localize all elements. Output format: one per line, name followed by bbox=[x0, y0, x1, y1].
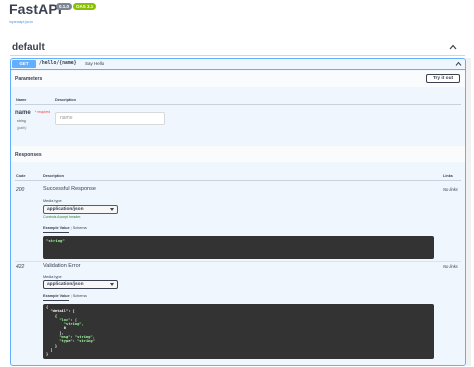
param-location: (path) bbox=[17, 126, 27, 130]
media-type-select[interactable]: application/json bbox=[43, 205, 118, 214]
response-description: Successful Response bbox=[43, 186, 96, 192]
example-code: "string" bbox=[46, 238, 65, 243]
example-tabs: Example Value | Schema bbox=[43, 226, 87, 230]
scrollbar-track[interactable] bbox=[466, 58, 471, 366]
try-it-out-button[interactable]: Try it out bbox=[426, 74, 460, 83]
responses-header bbox=[11, 146, 465, 162]
tag-divider bbox=[10, 55, 465, 56]
resp-col-description: Description bbox=[43, 174, 64, 178]
media-type-label: Media type bbox=[43, 275, 62, 279]
active-tab-underline bbox=[43, 232, 69, 233]
resp-col-code: Code bbox=[16, 174, 26, 178]
resp-col-links: Links bbox=[443, 174, 453, 178]
controls-accept-note: Controls Accept header. bbox=[43, 215, 82, 219]
response-code: 200 bbox=[16, 187, 25, 193]
media-type-select[interactable]: application/json bbox=[43, 280, 118, 289]
parameters-header bbox=[11, 71, 465, 87]
param-col-name: Name bbox=[16, 98, 27, 102]
param-type: string bbox=[17, 119, 26, 123]
parameters-title: Parameters bbox=[15, 76, 43, 82]
response-description: Validation Error bbox=[43, 263, 81, 269]
media-type-value: application/json bbox=[47, 282, 84, 287]
param-head-rule bbox=[15, 104, 461, 105]
chevron-down-icon bbox=[110, 208, 114, 211]
chevron-up-icon[interactable] bbox=[455, 61, 462, 67]
example-value-tab[interactable]: Example Value bbox=[43, 226, 70, 230]
example-code-block bbox=[43, 304, 434, 359]
param-required: * required bbox=[35, 110, 51, 114]
version-badge: 0.1.0 bbox=[56, 3, 73, 10]
openapi-link[interactable]: /openapi.json bbox=[9, 19, 33, 24]
example-value-tab[interactable]: Example Value bbox=[43, 294, 70, 298]
response-links: No links bbox=[443, 264, 458, 269]
tag-title[interactable]: default bbox=[12, 42, 45, 53]
response-row-divider bbox=[15, 261, 461, 262]
response-code: 422 bbox=[16, 264, 25, 270]
active-tab-underline bbox=[43, 300, 69, 301]
media-type-value: application/json bbox=[47, 207, 84, 212]
responses-title: Responses bbox=[15, 152, 42, 158]
schema-tab[interactable]: Schema bbox=[73, 226, 87, 230]
name-input[interactable]: name bbox=[55, 112, 165, 125]
operation-summary: Say Hello bbox=[85, 61, 105, 66]
operation-summary-bar[interactable] bbox=[10, 58, 466, 70]
method-badge: GET bbox=[12, 60, 36, 68]
param-name: name bbox=[15, 110, 31, 116]
app-title: FastAPI bbox=[9, 1, 62, 17]
media-type-label: Media type bbox=[43, 199, 62, 203]
param-col-description: Description bbox=[55, 98, 76, 102]
resp-head-rule bbox=[15, 180, 461, 181]
chevron-down-icon bbox=[110, 283, 114, 286]
operation-path: /hello/{name} bbox=[39, 61, 77, 66]
example-tabs: Example Value | Schema bbox=[43, 294, 87, 298]
example-code: { "detail": [ { "loc": [ "string", 0 ], … bbox=[46, 305, 95, 357]
example-code-block bbox=[43, 236, 434, 259]
chevron-up-icon[interactable] bbox=[449, 43, 457, 51]
oas-badge: OAS 3.1 bbox=[73, 3, 97, 10]
schema-tab[interactable]: Schema bbox=[73, 294, 87, 298]
response-links: No links bbox=[443, 187, 458, 192]
